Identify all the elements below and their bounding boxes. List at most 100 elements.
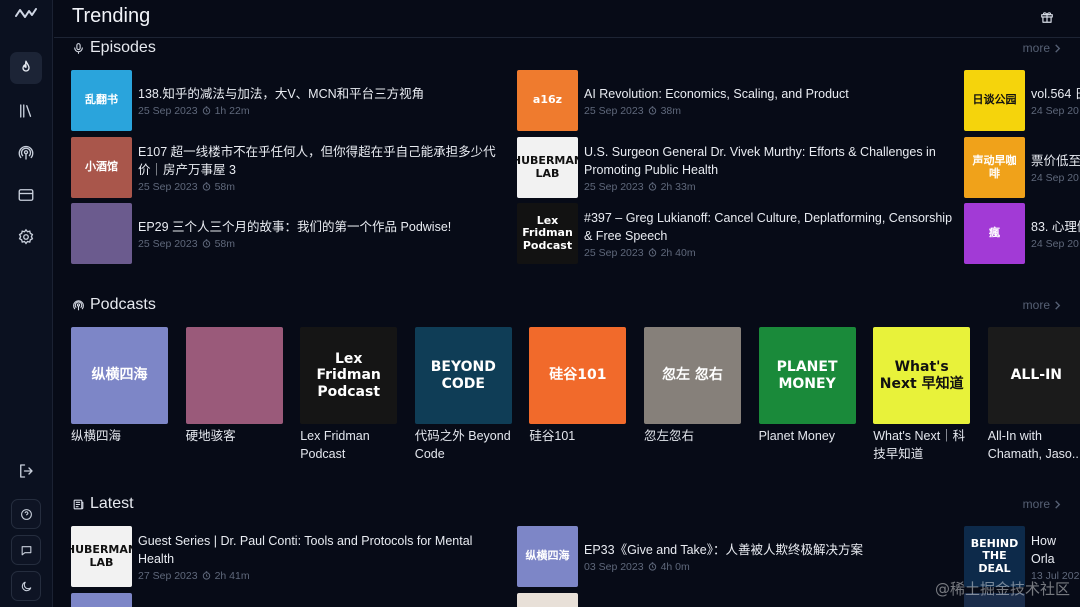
episode-title[interactable]: 138.知乎的减法与加法，大V、MCN和平台三方视角 <box>138 85 508 103</box>
episode-date: 24 Sep 20 <box>1031 237 1079 250</box>
episode-cover[interactable]: 瘋 <box>964 203 1025 264</box>
podcast-card[interactable]: 纵横四海 纵横四海 <box>71 327 168 445</box>
episode-item[interactable]: a16z AI Revolution: Economics, Scaling, … <box>517 70 954 131</box>
episode-cover[interactable]: HUBERMAN LAB <box>71 526 132 587</box>
podcast-name[interactable]: What's Next｜科技早知道 <box>873 427 970 463</box>
episode-item[interactable]: HUBERMAN LAB U.S. Surgeon General Dr. Vi… <box>517 137 954 198</box>
podcast-name[interactable]: 纵横四海 <box>71 427 168 445</box>
clock-icon <box>202 106 210 115</box>
episode-title[interactable]: U.S. Surgeon General Dr. Vivek Murthy: E… <box>584 143 954 179</box>
podcast-card[interactable]: What's Next 早知道 What's Next｜科技早知道 <box>873 327 971 463</box>
episode-item[interactable]: 瘋 83. 心理健 24 Sep 20 <box>964 203 1080 264</box>
podcast-name[interactable]: 忽左忽右 <box>644 427 741 445</box>
episode-cover[interactable]: 纵横四海 <box>517 526 578 587</box>
latest-more-link[interactable]: more <box>1023 497 1062 511</box>
episode-title[interactable]: E107 超一线楼市不在乎任何人，但你得超在乎自己能承担多少代价｜房产万事屋 3 <box>138 143 508 179</box>
episode-cover[interactable] <box>71 203 132 264</box>
cover-text: 忽左 忽右 <box>662 367 723 384</box>
episode-item[interactable]: 日谈公园 vol.564 日 24 Sep 20 <box>964 70 1080 131</box>
episode-meta: 25 Sep 2023 38m <box>584 105 954 117</box>
podwise-logo-icon[interactable] <box>14 6 38 22</box>
podcast-cover[interactable]: 硅谷101 <box>529 327 627 424</box>
episode-item[interactable]: 声动早咖啡 票价低至 24 Sep 20 <box>964 137 1080 198</box>
episode-cover[interactable]: 小酒馆 <box>71 137 132 198</box>
logout-button[interactable] <box>10 455 42 487</box>
more-label: more <box>1022 41 1050 55</box>
flame-icon <box>22 60 30 72</box>
podcast-name[interactable]: Lex Fridman Podcast <box>300 427 397 463</box>
nav-library[interactable] <box>10 95 42 127</box>
nav-billing[interactable] <box>10 179 42 211</box>
logout-icon <box>20 464 33 478</box>
episode-duration: 2h 40m <box>660 246 696 259</box>
episode-date: 24 Sep 20 <box>1031 104 1079 117</box>
episode-cover[interactable]: a16z <box>517 70 578 131</box>
podcast-cover[interactable]: Lex Fridman Podcast <box>300 327 398 424</box>
podcast-card[interactable]: ALL-IN All-In with Chamath, Jaso... <box>987 327 1080 463</box>
episode-title[interactable]: 票价低至 <box>1031 152 1080 170</box>
episode-title[interactable]: How Orla Buyout F <box>1031 532 1080 568</box>
latest-episode-item[interactable]: HUBERMAN LAB Guest Series | Dr. Paul Con… <box>71 526 508 587</box>
help-button[interactable] <box>11 499 41 529</box>
episode-title[interactable]: Guest Series | Dr. Paul Conti: Tools and… <box>138 532 508 568</box>
episode-title[interactable]: vol.564 日 <box>1031 85 1080 103</box>
podcast-name[interactable]: All-In with Chamath, Jaso... <box>988 427 1080 463</box>
clock-icon <box>202 239 210 248</box>
podcast-card[interactable]: BEYOND CODE 代码之外 Beyond Code <box>414 327 512 463</box>
podcast-cover[interactable]: 忽左 忽右 <box>644 327 741 424</box>
episode-cover[interactable]: Lex Fridman Podcast <box>517 203 578 264</box>
clock-icon <box>202 571 210 580</box>
episode-cover[interactable]: HUBERMAN LAB <box>517 137 578 198</box>
latest-episode-item[interactable]: 纵横四海 EP33《Give and Take》：人善被人欺终极解决方案 03 … <box>517 526 954 587</box>
podcast-cover[interactable]: 纵横四海 <box>71 327 168 424</box>
podcast-cover[interactable]: ALL-IN <box>987 327 1080 424</box>
cover-text: 声动早咖啡 <box>972 153 1017 180</box>
episode-item[interactable]: 乱翻书 138.知乎的减法与加法，大V、MCN和平台三方视角 25 Sep 20… <box>71 70 508 131</box>
nav-trending[interactable] <box>10 52 42 84</box>
podcasts-more-link[interactable]: more <box>1023 298 1062 312</box>
episode-date: 25 Sep 2023 <box>584 246 644 259</box>
episode-title[interactable]: 83. 心理健 <box>1031 218 1080 236</box>
nav-settings[interactable] <box>10 221 42 253</box>
podcast-cover[interactable]: What's Next 早知道 <box>873 327 971 424</box>
episode-date: 03 Sep 2023 <box>584 560 644 573</box>
episodes-title: Episodes <box>90 39 156 56</box>
cover-text: Lex Fridman Podcast <box>316 351 381 400</box>
podcast-card[interactable]: 硅谷101 硅谷101 <box>529 327 627 445</box>
newspaper-icon <box>73 499 84 509</box>
episode-title[interactable]: EP33《Give and Take》：人善被人欺终极解决方案 <box>584 541 954 559</box>
episode-cover[interactable]: 日谈公园 <box>964 70 1025 131</box>
gift-icon[interactable] <box>1040 10 1054 24</box>
episode-item[interactable]: Lex Fridman Podcast #397 – Greg Lukianof… <box>517 203 954 264</box>
episode-title[interactable]: #397 – Greg Lukianoff: Cancel Culture, D… <box>584 209 954 245</box>
episodes-more-link[interactable]: more <box>1023 41 1062 55</box>
podcast-card[interactable]: 忽左 忽右 忽左忽右 <box>644 327 741 445</box>
episode-cover[interactable]: 声动早咖啡 <box>964 137 1025 198</box>
podcast-name[interactable]: 代码之外 Beyond Code <box>415 427 512 463</box>
episode-title[interactable]: EP29 三个人三个月的故事：我们的第一个作品 Podwise! <box>138 218 508 236</box>
podcast-cover[interactable]: PLANET MONEY <box>758 327 856 424</box>
theme-toggle[interactable] <box>11 571 41 601</box>
podcast-name[interactable]: 硅谷101 <box>529 427 626 445</box>
episode-duration: 38m <box>660 104 681 117</box>
nav-podcasts[interactable] <box>10 137 42 169</box>
episode-cover[interactable]: 乱翻书 <box>71 70 132 131</box>
episode-date: 27 Sep 2023 <box>138 569 198 582</box>
episode-item[interactable]: EP29 三个人三个月的故事：我们的第一个作品 Podwise! 25 Sep … <box>71 203 508 264</box>
podcast-card[interactable]: PLANET MONEY Planet Money <box>758 327 856 445</box>
podcast-cover[interactable] <box>185 327 283 424</box>
chevron-right-icon <box>1055 499 1061 509</box>
episode-duration: 58m <box>214 237 235 250</box>
podcast-name[interactable]: 硬地骇客 <box>186 427 283 445</box>
podcast-card[interactable]: 硬地骇客 <box>185 327 283 445</box>
podcast-name[interactable]: Planet Money <box>759 427 856 445</box>
cover-partial <box>71 593 132 607</box>
sidebar <box>0 0 53 607</box>
episode-title[interactable]: AI Revolution: Economics, Scaling, and P… <box>584 85 954 103</box>
podcast-card[interactable]: Lex Fridman Podcast Lex Fridman Podcast <box>300 327 398 463</box>
episode-item[interactable]: 小酒馆 E107 超一线楼市不在乎任何人，但你得超在乎自己能承担多少代价｜房产万… <box>71 137 508 198</box>
feedback-button[interactable] <box>11 535 41 565</box>
cover-text: PLANET MONEY <box>776 359 838 392</box>
podcast-cover[interactable]: BEYOND CODE <box>414 327 512 424</box>
podcasts-title: Podcasts <box>90 296 156 313</box>
